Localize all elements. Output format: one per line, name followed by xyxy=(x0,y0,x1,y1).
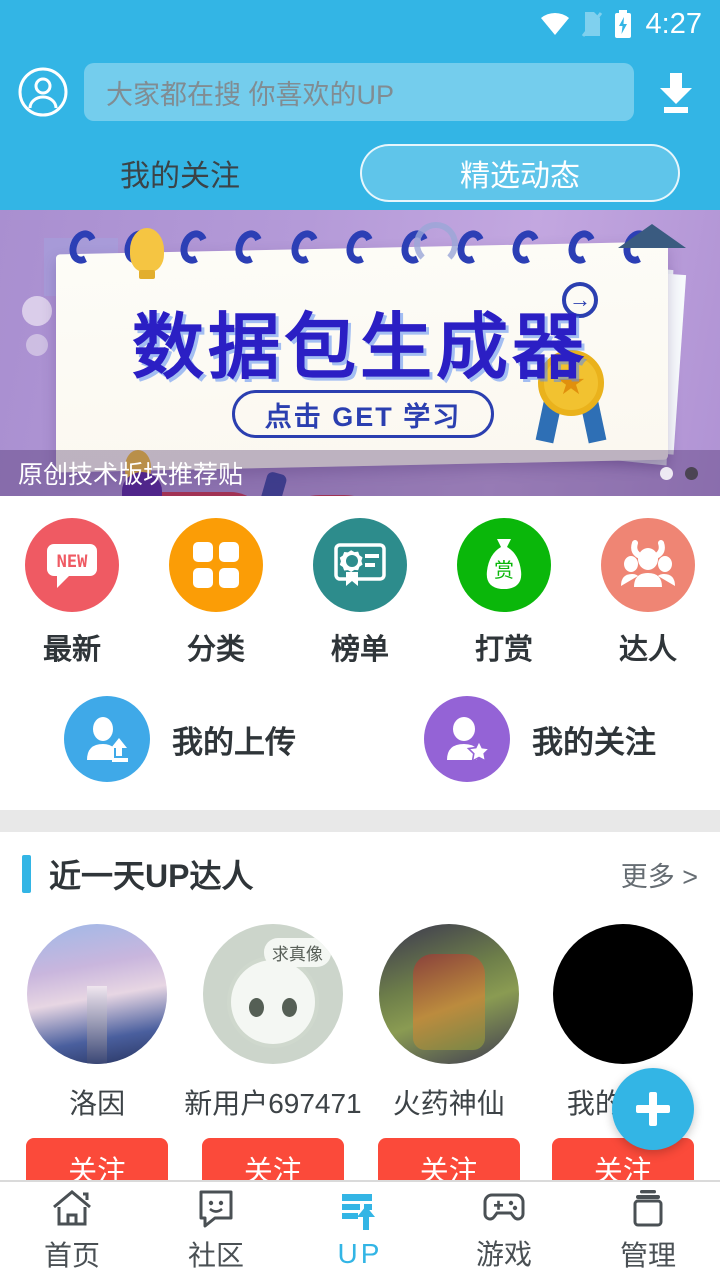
app-root: 4:27 大家都在搜 你喜欢的UP 我的关注 精选动态 ★ → 数据包生成器 点… xyxy=(0,0,720,1280)
quick-grid-row-2: 我的上传 我的关注 xyxy=(0,674,720,810)
up-user-list: 洛因 关注 求真像 新用户697471 关注 火药神仙 关注 我的世界 关注 xyxy=(0,916,720,1200)
search-header: 大家都在搜 你喜欢的UP xyxy=(0,48,720,136)
grid-category-icon xyxy=(169,518,263,612)
banner-title: 数据包生成器 xyxy=(131,305,588,389)
money-bag-icon: 赏 xyxy=(457,518,551,612)
promo-banner[interactable]: ★ → 数据包生成器 点击 GET 学习 原创技术版块推荐贴 xyxy=(0,210,720,496)
add-fab-button[interactable] xyxy=(612,1068,694,1150)
nav-item-up[interactable]: UP xyxy=(288,1192,432,1270)
plus-icon xyxy=(636,1092,670,1126)
nav-label-home: 首页 xyxy=(43,1240,100,1271)
up-user-card[interactable]: 我的世界 关注 xyxy=(536,924,710,1200)
up-user-card[interactable]: 求真像 新用户697471 关注 xyxy=(184,924,362,1200)
manage-box-icon xyxy=(633,1190,663,1227)
svg-text:赏: 赏 xyxy=(494,558,514,582)
search-placeholder: 大家都在搜 你喜欢的UP xyxy=(106,79,395,110)
nav-label-manage: 管理 xyxy=(619,1240,676,1271)
banner-caption-bar: 原创技术版块推荐贴 xyxy=(0,450,720,496)
anime-sky-road-avatar[interactable] xyxy=(27,924,168,1064)
black-avatar[interactable] xyxy=(552,924,693,1064)
quick-item-ranking[interactable]: 榜单 xyxy=(288,518,432,668)
up-user-card[interactable]: 火药神仙 关注 xyxy=(362,924,536,1200)
nav-item-home[interactable]: 首页 xyxy=(0,1188,144,1274)
quick-item-my-follow[interactable]: 我的关注 xyxy=(360,696,720,782)
tab-my-follow[interactable]: 我的关注 xyxy=(0,145,360,201)
wifi-icon xyxy=(540,12,570,36)
quick-label-my-follow: 我的关注 xyxy=(532,724,656,760)
nav-label-game: 游戏 xyxy=(475,1239,532,1270)
user-star-icon xyxy=(424,696,510,782)
status-bar: 4:27 xyxy=(0,0,720,48)
quick-label-ranking: 榜单 xyxy=(330,634,389,666)
banner-page-dots xyxy=(660,466,698,480)
quick-label-my-upload: 我的上传 xyxy=(172,724,296,760)
battery-charging-icon xyxy=(614,10,632,38)
up-upload-icon xyxy=(342,1194,375,1230)
quick-label-latest: 最新 xyxy=(42,634,101,666)
nav-item-manage[interactable]: 管理 xyxy=(576,1188,720,1274)
section-title: 近一天UP达人 xyxy=(49,858,254,894)
quick-grid-row-1: NEW 最新 分类 榜单 赏 打赏 达人 xyxy=(0,496,720,674)
nav-item-game[interactable]: 游戏 xyxy=(432,1189,576,1273)
zombie-character-avatar[interactable] xyxy=(378,924,519,1064)
nav-label-up: UP xyxy=(337,1238,383,1269)
tab-featured[interactable]: 精选动态 xyxy=(360,144,680,202)
up-user-name: 洛因 xyxy=(69,1088,126,1119)
banner-progress-ring xyxy=(414,222,458,266)
tab-bar: 我的关注 精选动态 xyxy=(0,136,720,210)
svg-text:NEW: NEW xyxy=(57,552,88,572)
section-accent-bar xyxy=(22,855,31,893)
quick-label-category: 分类 xyxy=(186,634,245,666)
download-icon[interactable] xyxy=(648,64,704,120)
gamepad-icon xyxy=(483,1193,525,1221)
avatar-bubble-text: 求真像 xyxy=(263,938,331,967)
quick-label-reward: 打赏 xyxy=(474,634,533,666)
banner-dot-2[interactable] xyxy=(685,466,698,480)
quick-item-category[interactable]: 分类 xyxy=(144,518,288,668)
user-upload-icon xyxy=(64,696,150,782)
quick-item-reward[interactable]: 赏 打赏 xyxy=(432,518,576,668)
status-time: 4:27 xyxy=(645,7,702,40)
banner-caption-text: 原创技术版块推荐贴 xyxy=(18,461,244,489)
bottom-nav: 首页 社区 UP 游戏 管理 xyxy=(0,1180,720,1280)
section-more-link[interactable]: 更多 > xyxy=(621,855,698,894)
up-user-name: 新用户697471 xyxy=(184,1088,362,1119)
banner-dot-1[interactable] xyxy=(660,466,673,480)
new-message-icon: NEW xyxy=(25,518,119,612)
section-divider xyxy=(0,810,720,832)
banner-cta-button[interactable]: 点击 GET 学习 xyxy=(232,390,494,438)
quick-label-expert: 达人 xyxy=(618,634,677,666)
up-section-header: 近一天UP达人 更多 > xyxy=(0,832,720,916)
search-input[interactable]: 大家都在搜 你喜欢的UP xyxy=(84,63,634,121)
up-user-card[interactable]: 洛因 关注 xyxy=(10,924,184,1200)
nav-item-community[interactable]: 社区 xyxy=(144,1188,288,1274)
banner-graduation-cap-icon xyxy=(618,224,686,248)
quick-item-my-upload[interactable]: 我的上传 xyxy=(0,696,360,782)
banner-bulb-icon xyxy=(130,228,164,272)
horned-expert-icon xyxy=(601,518,695,612)
up-user-name: 火药神仙 xyxy=(392,1088,505,1119)
quick-item-expert[interactable]: 达人 xyxy=(576,518,720,668)
cartoon-face-avatar[interactable]: 求真像 xyxy=(202,924,343,1064)
sim-off-icon xyxy=(581,10,603,38)
community-smile-icon xyxy=(199,1190,233,1228)
quick-item-latest[interactable]: NEW 最新 xyxy=(0,518,144,668)
account-circle-icon[interactable] xyxy=(16,65,70,119)
nav-label-community: 社区 xyxy=(187,1240,244,1271)
home-icon xyxy=(53,1190,91,1226)
certificate-ranking-icon xyxy=(313,518,407,612)
